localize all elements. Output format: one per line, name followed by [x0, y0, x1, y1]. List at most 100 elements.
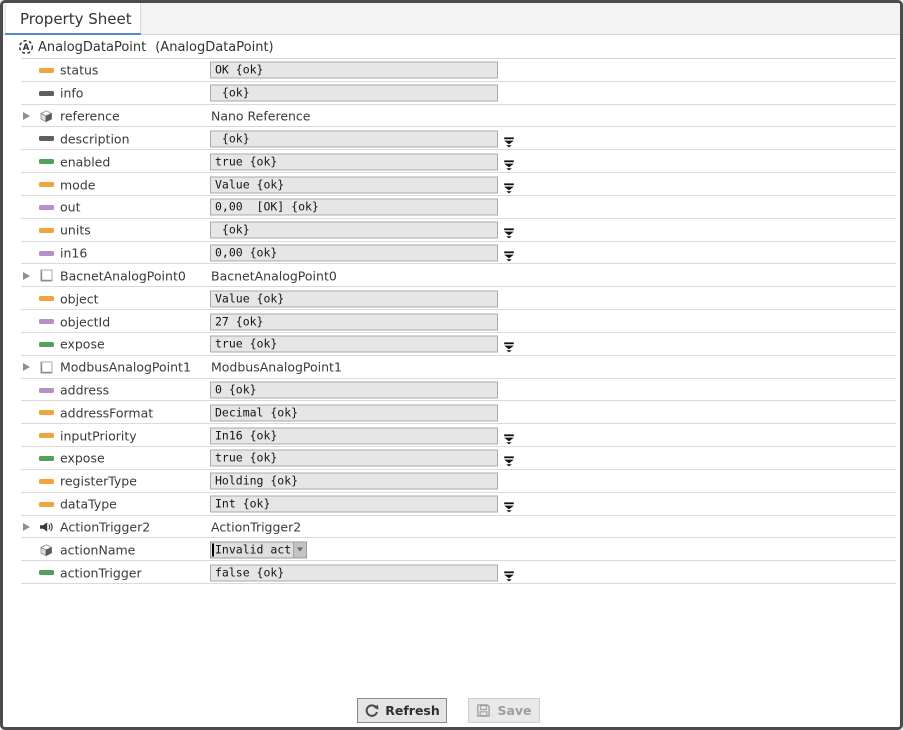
expander-icon[interactable]	[23, 272, 30, 280]
value-field[interactable]: Int {ok}	[210, 496, 498, 513]
property-row-units: units {ok}	[3, 219, 900, 242]
save-button[interactable]: Save	[468, 698, 540, 723]
value-field[interactable]: In16 {ok}	[210, 427, 498, 444]
value-field[interactable]: Holding {ok}	[210, 473, 498, 490]
slot-gray-icon	[38, 85, 54, 101]
value-field[interactable]: true {ok}	[210, 450, 498, 467]
dropdown-chevron-icon[interactable]	[503, 567, 515, 579]
value-field[interactable]: true {ok}	[210, 153, 498, 170]
root-component-name: AnalogDataPoint(AnalogDataPoint)	[38, 40, 274, 55]
property-row-inputPriority: inputPriority In16 {ok}	[3, 424, 900, 447]
value-field[interactable]: false {ok}	[210, 564, 498, 581]
property-label: expose	[60, 337, 105, 352]
property-row-expose: expose true {ok}	[3, 333, 900, 356]
expander-icon[interactable]	[23, 112, 30, 120]
property-label: units	[60, 223, 91, 238]
tab-property-sheet[interactable]: Property Sheet	[5, 3, 141, 35]
slot-orange-icon	[38, 405, 54, 421]
dropdown-chevron-icon[interactable]	[503, 133, 515, 145]
property-row-BacnetAnalogPoint0: BacnetAnalogPoint0 BacnetAnalogPoint0	[3, 264, 900, 287]
property-label: description	[60, 131, 130, 146]
property-label: enabled	[60, 154, 110, 169]
property-label: ActionTrigger2	[60, 519, 150, 534]
property-row-info: info {ok}	[3, 82, 900, 105]
dropdown-chevron-icon[interactable]	[503, 430, 515, 442]
component-value: Nano Reference	[211, 109, 311, 124]
value-field[interactable]: OK {ok}	[210, 62, 498, 79]
component-value: ModbusAnalogPoint1	[211, 360, 342, 375]
slot-orange-icon	[38, 428, 54, 444]
slot-orange-icon	[38, 62, 54, 78]
refresh-button[interactable]: Refresh	[357, 698, 447, 723]
expander-icon[interactable]	[23, 523, 30, 531]
property-row-objectId: objectId 27 {ok}	[3, 310, 900, 333]
cube-icon	[38, 108, 54, 124]
slot-orange-icon	[38, 473, 54, 489]
square-icon	[38, 359, 54, 375]
property-row-in16: in16 0,00 {ok}	[3, 242, 900, 265]
separator	[21, 583, 896, 584]
property-row-status: status OK {ok}	[3, 59, 900, 82]
cube-icon	[38, 542, 54, 558]
property-label: status	[60, 63, 98, 78]
property-label: info	[60, 86, 83, 101]
slot-gray-icon	[38, 131, 54, 147]
dropdown-chevron-icon[interactable]	[503, 247, 515, 259]
property-label: expose	[60, 451, 105, 466]
slot-purple-icon	[38, 314, 54, 330]
property-sheet-window: Property Sheet A AnalogDataPoint(AnalogD…	[0, 0, 903, 730]
property-row-address: address 0 {ok}	[3, 379, 900, 402]
dropdown-chevron-icon[interactable]	[503, 498, 515, 510]
property-rows: status OK {ok} info {ok} reference Nano …	[3, 59, 900, 584]
property-label: in16	[60, 246, 87, 261]
value-field[interactable]: true {ok}	[210, 336, 498, 353]
dropdown-chevron-icon[interactable]	[503, 338, 515, 350]
slot-orange-icon	[38, 496, 54, 512]
svg-text:A: A	[23, 43, 30, 53]
property-label: actionName	[60, 542, 135, 557]
slot-green-icon	[38, 450, 54, 466]
dropdown-chevron-icon[interactable]	[503, 179, 515, 191]
value-field[interactable]: Decimal {ok}	[210, 404, 498, 421]
slot-orange-icon	[38, 291, 54, 307]
property-label: out	[60, 200, 80, 215]
property-label: objectId	[60, 314, 110, 329]
dropdown-chevron-icon[interactable]	[503, 156, 515, 168]
value-field[interactable]: {ok}	[210, 85, 498, 102]
value-field[interactable]: 0 {ok}	[210, 382, 498, 399]
combo-dropdown-button[interactable]	[293, 542, 306, 557]
dropdown-chevron-icon[interactable]	[503, 224, 515, 236]
combo-value: Invalid act	[214, 542, 293, 557]
tab-label: Property Sheet	[20, 10, 132, 28]
property-label: object	[60, 291, 99, 306]
value-field[interactable]: Value {ok}	[210, 176, 498, 193]
value-field[interactable]: {ok}	[210, 222, 498, 239]
property-row-addressFormat: addressFormat Decimal {ok}	[3, 401, 900, 424]
property-row-mode: mode Value {ok}	[3, 173, 900, 196]
slot-purple-icon	[38, 245, 54, 261]
slot-purple-icon	[38, 382, 54, 398]
value-field[interactable]: {ok}	[210, 130, 498, 147]
value-field[interactable]: 0,00 [OK] {ok}	[210, 199, 498, 216]
component-value: BacnetAnalogPoint0	[211, 268, 337, 283]
property-row-expose: expose true {ok}	[3, 447, 900, 470]
property-row-ModbusAnalogPoint1: ModbusAnalogPoint1 ModbusAnalogPoint1	[3, 356, 900, 379]
slot-green-icon	[38, 565, 54, 581]
property-row-description: description {ok}	[3, 127, 900, 150]
property-row-out: out 0,00 [OK] {ok}	[3, 196, 900, 219]
chevron-down-icon	[297, 548, 303, 552]
property-row-dataType: dataType Int {ok}	[3, 493, 900, 516]
value-field[interactable]: 0,00 {ok}	[210, 245, 498, 262]
save-label: Save	[497, 703, 531, 718]
property-row-registerType: registerType Holding {ok}	[3, 470, 900, 493]
root-component-row[interactable]: A AnalogDataPoint(AnalogDataPoint)	[3, 35, 900, 59]
value-field[interactable]: 27 {ok}	[210, 313, 498, 330]
value-field[interactable]: Value {ok}	[210, 290, 498, 307]
square-icon	[38, 268, 54, 284]
action-name-combobox[interactable]: Invalid act	[210, 541, 307, 558]
dropdown-chevron-icon[interactable]	[503, 452, 515, 464]
property-label: registerType	[60, 474, 137, 489]
expander-icon[interactable]	[23, 363, 30, 371]
root-component-type: (AnalogDataPoint)	[155, 40, 273, 55]
property-row-actionName: actionName Invalid act	[3, 538, 900, 561]
